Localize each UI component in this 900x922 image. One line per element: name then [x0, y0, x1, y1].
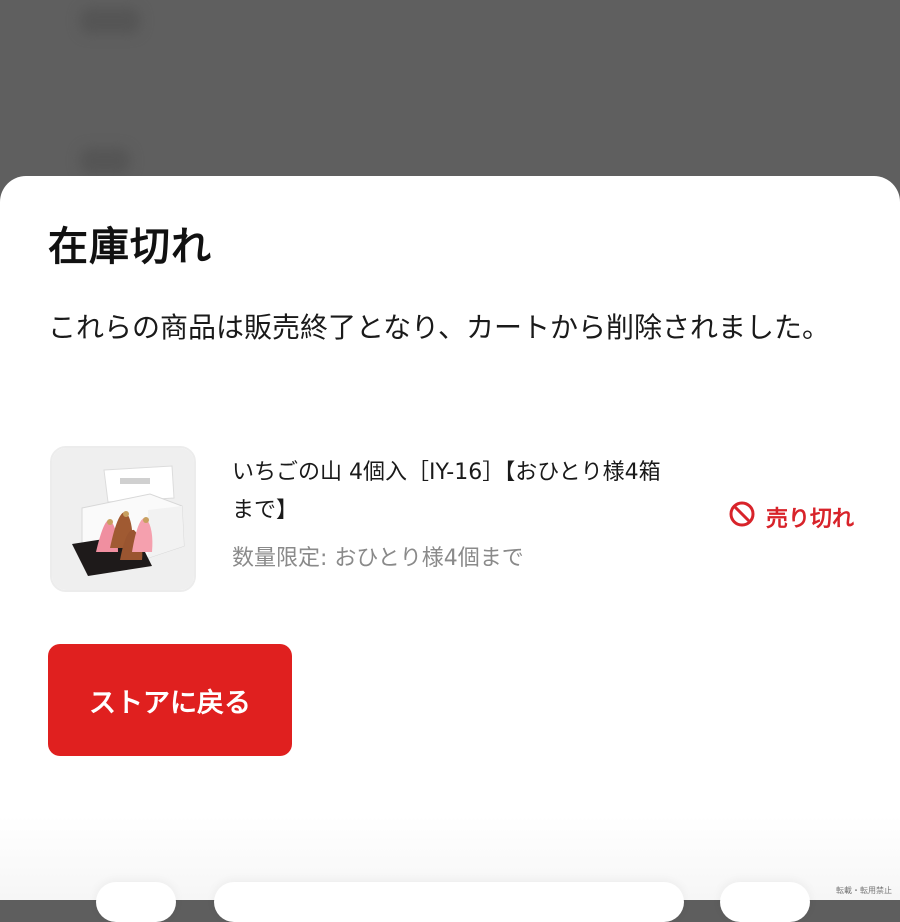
sold-out-label: 売り切れ: [766, 501, 854, 533]
sold-out-status: 売り切れ: [728, 500, 854, 534]
quantity-limit: 数量限定: おひとり様4個まで: [232, 540, 524, 572]
dialog-message: これらの商品は販売終了となり、カートから削除されました。: [48, 304, 848, 352]
back-to-store-button[interactable]: ストアに戻る: [48, 644, 292, 756]
product-name: いちごの山 4個入［IY-16］【おひとり様4箱まで】: [232, 454, 682, 530]
blurred-background-text: [80, 148, 130, 174]
watermark: 転載・転用禁止: [836, 885, 892, 896]
dialog-title: 在庫切れ: [48, 214, 212, 272]
blurred-background-text: [80, 8, 140, 34]
background-element: [720, 882, 810, 922]
prohibited-icon: [728, 500, 756, 534]
background-element: [96, 882, 176, 922]
product-image: [50, 446, 196, 592]
out-of-stock-dialog: 在庫切れ これらの商品は販売終了となり、カートから削除されました。: [0, 176, 900, 900]
sold-out-item: いちごの山 4個入［IY-16］【おひとり様4箱まで】 数量限定: おひとり様4…: [48, 444, 858, 596]
background-element: [214, 882, 684, 922]
